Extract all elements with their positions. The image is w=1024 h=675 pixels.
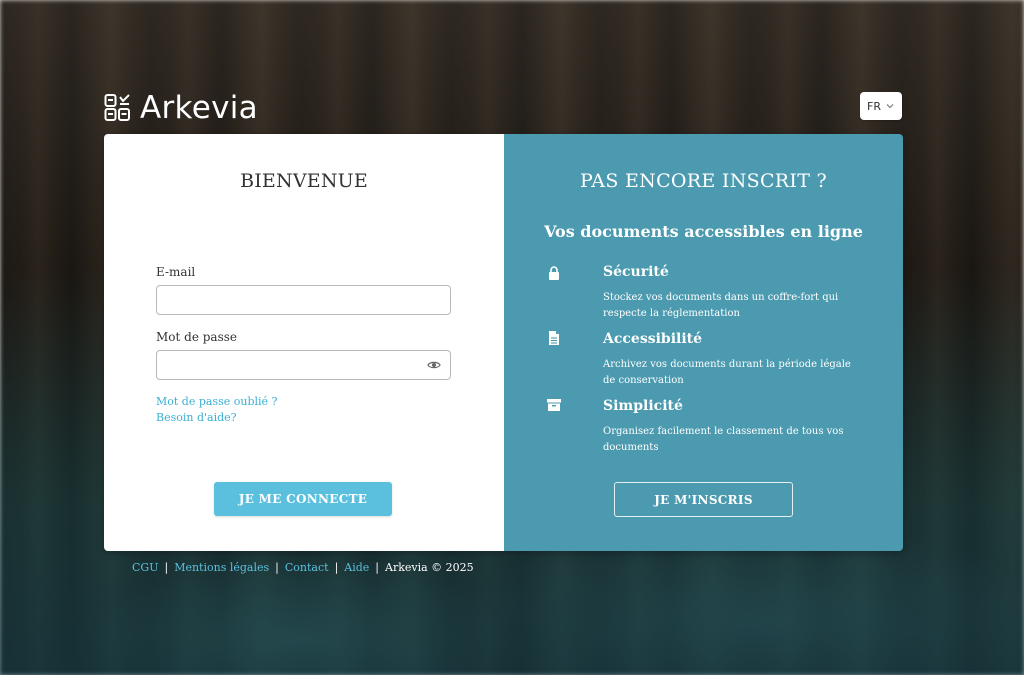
chevron-down-icon: [886, 104, 894, 109]
email-field[interactable]: [156, 285, 451, 315]
document-icon: [549, 331, 559, 345]
archive-box-icon: [547, 399, 561, 411]
footer-separator: |: [375, 561, 380, 574]
brand-name: Arkevia: [140, 90, 258, 126]
login-title: BIENVENUE: [240, 170, 368, 192]
feature-title: Simplicité: [603, 398, 683, 414]
brand-logo: Arkevia: [104, 90, 258, 126]
register-subtitle: Vos documents accessibles en ligne: [544, 222, 863, 241]
eye-icon[interactable]: [427, 358, 441, 372]
arkevia-logo-icon: [104, 94, 130, 121]
language-value: FR: [867, 99, 881, 113]
footer: CGU | Mentions légales | Contact | Aide …: [132, 561, 474, 574]
footer-separator: |: [164, 561, 169, 574]
register-title: PAS ENCORE INSCRIT ?: [579, 170, 828, 192]
login-button[interactable]: JE ME CONNECTE: [214, 482, 392, 516]
feature-description: Archivez vos documents durant la période…: [603, 359, 851, 386]
register-button[interactable]: JE M'INSCRIS: [614, 482, 793, 517]
password-field[interactable]: [156, 350, 451, 380]
auth-card: BIENVENUE E-mail Mot de passe Mot de pas…: [104, 134, 903, 551]
feature-title: Sécurité: [603, 264, 669, 280]
feature-description: Organisez facilement le classement de to…: [603, 426, 844, 453]
footer-link-contact[interactable]: Contact: [285, 561, 329, 574]
email-label: E-mail: [156, 265, 196, 279]
footer-separator: |: [275, 561, 279, 574]
language-select[interactable]: FR: [860, 92, 902, 120]
login-panel: BIENVENUE E-mail Mot de passe Mot de pas…: [104, 134, 504, 551]
password-label: Mot de passe: [156, 330, 237, 344]
footer-link-legal[interactable]: Mentions légales: [174, 561, 269, 574]
register-panel: PAS ENCORE INSCRIT ? Vos documents acces…: [504, 134, 903, 551]
lock-icon: [549, 266, 559, 280]
help-link[interactable]: Besoin d'aide?: [156, 411, 237, 424]
footer-link-cgu[interactable]: CGU: [132, 561, 158, 574]
feature-title: Accessibilité: [603, 331, 703, 347]
footer-separator: |: [334, 561, 339, 574]
feature-description: Stockez vos documents dans un coffre-for…: [603, 292, 839, 319]
forgot-password-link[interactable]: Mot de passe oublié ?: [156, 395, 277, 408]
footer-copyright: Arkevia © 2025: [385, 561, 474, 574]
footer-link-help[interactable]: Aide: [344, 561, 369, 574]
